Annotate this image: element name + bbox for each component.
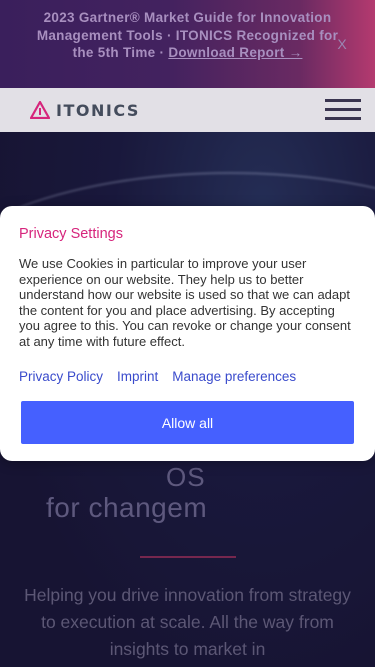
itonics-triangle-icon [30,101,50,119]
menu-bar [325,108,361,111]
modal-title: Privacy Settings [19,226,123,242]
manage-preferences-link[interactable]: Manage preferences [172,369,296,384]
hamburger-menu-icon[interactable] [325,99,361,121]
logo-text: ITONICS [56,100,140,120]
privacy-policy-link[interactable]: Privacy Policy [19,369,103,384]
announcement-banner: 2023 Gartner® Market Guide for Innovatio… [0,0,375,88]
menu-bar [325,117,361,120]
modal-body-text: We use Cookies in particular to improve … [19,256,351,349]
cookie-consent-modal: Privacy Settings We use Cookies in parti… [0,206,375,461]
imprint-link[interactable]: Imprint [117,369,158,384]
itonics-logo[interactable]: ITONICS [30,101,140,120]
download-report-link[interactable]: Download Report → [168,45,302,60]
close-banner-button[interactable]: X [337,36,347,54]
allow-all-button[interactable]: Allow all [21,401,354,444]
menu-bar [325,99,361,102]
modal-links: Privacy Policy Imprint Manage preference… [19,369,356,384]
site-header: ITONICS [0,88,375,132]
